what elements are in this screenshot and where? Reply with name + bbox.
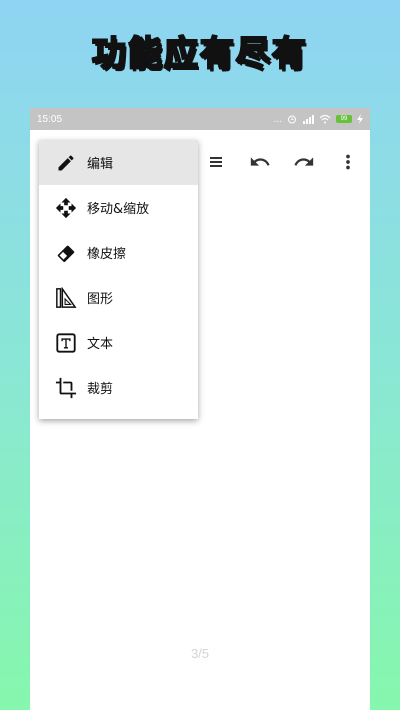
tool-menu: 编辑 移动&缩放 橡皮擦 图形 文本 裁剪	[39, 140, 198, 419]
menu-item-label: 编辑	[87, 157, 114, 172]
move-icon	[55, 197, 77, 219]
menu-item-label: 文本	[87, 337, 114, 352]
menu-item-text[interactable]: 文本	[39, 320, 198, 365]
promo-headline: 功能应有尽有	[91, 33, 308, 75]
redo-button[interactable]	[282, 144, 326, 180]
undo-icon	[250, 157, 270, 166]
signal-icon	[303, 115, 314, 124]
status-time: 15:05	[37, 113, 63, 125]
more-options-button[interactable]	[326, 144, 370, 180]
charging-icon	[357, 114, 363, 124]
menu-item-label: 移动&缩放	[87, 202, 150, 217]
menu-item-label: 橡皮擦	[87, 247, 127, 262]
alarm-icon	[288, 115, 296, 124]
status-icons: ... 99	[274, 114, 363, 125]
toolbar	[194, 144, 370, 180]
wifi-icon	[319, 114, 331, 124]
menu-item-crop[interactable]: 裁剪	[39, 365, 198, 410]
menu-item-label: 裁剪	[87, 382, 114, 397]
menu-item-edit[interactable]: 编辑	[39, 140, 198, 185]
phone-screen: 15:05 ... 99 编辑 移动&缩放 橡皮擦 图形 文本 裁剪 3/5	[30, 108, 370, 710]
eraser-icon	[55, 242, 77, 264]
redo-icon	[294, 157, 314, 166]
menu-item-eraser[interactable]: 橡皮擦	[39, 230, 198, 275]
menu-item-move-zoom[interactable]: 移动&缩放	[39, 185, 198, 230]
more-dots-icon: ...	[273, 113, 282, 125]
status-bar: 15:05 ... 99	[30, 108, 370, 130]
list-button[interactable]	[194, 144, 238, 180]
menu-item-shapes[interactable]: 图形	[39, 275, 198, 320]
menu-item-label: 图形	[87, 292, 114, 307]
page-indicator: 3/5	[190, 646, 210, 661]
undo-button[interactable]	[238, 144, 282, 180]
text-icon	[55, 332, 77, 354]
crop-icon	[55, 377, 77, 399]
pencil-icon	[55, 152, 77, 174]
shapes-icon	[55, 286, 77, 309]
more-vert-icon	[346, 154, 350, 170]
list-icon	[210, 157, 222, 167]
battery-icon: 99	[336, 115, 352, 123]
